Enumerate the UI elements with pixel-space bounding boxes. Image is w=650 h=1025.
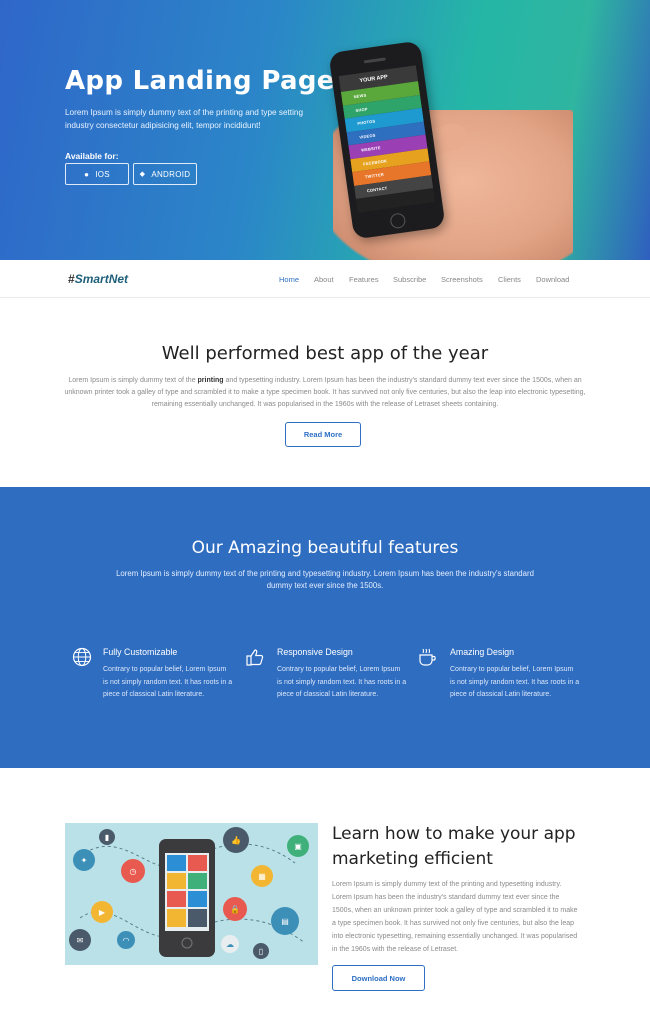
nav-item-subscribe[interactable]: Subscribe (393, 275, 426, 284)
chart-icon: ▮ (99, 829, 115, 845)
logo[interactable]: #SmartNet (68, 272, 128, 286)
home-button (389, 212, 407, 230)
feature-text-3: Contrary to popular belief, Lorem Ipsum … (450, 666, 580, 699)
phone-screen: YOUR APP NEWS SHOP PHOTOS VIDEOS WEBSITE FACE… (338, 65, 436, 213)
feature-text-1: Contrary to popular belief, Lorem Ipsum … (103, 666, 233, 699)
ios-label: IOS (95, 169, 110, 179)
bulb-icon: ✦ (73, 849, 95, 871)
logo-text: SmartNet (74, 272, 129, 286)
globe-icon (72, 647, 92, 667)
feature-title-1: Fully Customizable (103, 647, 178, 657)
like-icon: 👍 (223, 827, 249, 853)
apple-icon: ● (84, 169, 90, 179)
video-icon: ▶ (91, 901, 113, 923)
android-icon: ◆ (139, 171, 146, 178)
marketing-title: Learn how to make your app marketing eff… (332, 824, 576, 869)
thumbs-up-icon (246, 649, 264, 666)
battery-icon: ▯ (253, 943, 269, 959)
clock-icon: ◷ (121, 859, 145, 883)
features-section (0, 487, 650, 768)
picture-icon: ▣ (287, 835, 309, 857)
feature-title-2: Responsive Design (277, 647, 353, 657)
nav-item-screenshots[interactable]: Screenshots (441, 275, 483, 284)
intro-bold-word: printing (197, 377, 224, 384)
mail-icon: ✉ (69, 929, 91, 951)
cloud-icon: ☁ (221, 935, 239, 953)
lock-icon: 🔒 (223, 897, 247, 921)
feature-title-3: Amazing Design (450, 647, 515, 657)
features-title: Our Amazing beautiful features (191, 538, 459, 558)
android-label: ANDROID (151, 169, 191, 179)
hero-subtitle: Lorem Ipsum is simply dummy text of the … (65, 108, 303, 130)
coffee-cup-icon (419, 648, 436, 666)
logo-hash: # (68, 272, 75, 286)
app-marketing-illustration: ✦ ▮ ◷ ▶ ✉ ◠ 👍 ▣ ▦ 🔒 ▤ ☁ ▯ (65, 823, 318, 965)
phone-speaker (363, 57, 386, 64)
intro-title: Well performed best app of the year (161, 343, 489, 364)
download-now-button[interactable]: Download Now (332, 965, 425, 991)
intro-text: Lorem Ipsum is simply dummy text of the … (64, 377, 586, 409)
nav-item-home[interactable]: Home (279, 275, 299, 284)
calendar-icon: ▦ (251, 865, 273, 887)
available-label: Available for: (65, 151, 119, 161)
android-button[interactable]: ◆ ANDROID (133, 163, 197, 185)
nav-item-about[interactable]: About (314, 275, 334, 284)
hero-title: App Landing Page (65, 66, 335, 96)
ios-button[interactable]: ● IOS (65, 163, 129, 185)
features-text: Lorem Ipsum is simply dummy text of the … (116, 569, 534, 591)
nav-item-features[interactable]: Features (349, 275, 379, 284)
nav-item-download[interactable]: Download (536, 275, 569, 284)
headphones-icon: ◠ (117, 931, 135, 949)
read-more-button[interactable]: Read More (285, 422, 361, 447)
feature-text-2: Contrary to popular belief, Lorem Ipsum … (277, 666, 407, 699)
nav-item-clients[interactable]: Clients (498, 275, 521, 284)
marketing-text: Lorem Ipsum is simply dummy text of the … (332, 881, 578, 953)
map-icon: ▤ (271, 907, 299, 935)
